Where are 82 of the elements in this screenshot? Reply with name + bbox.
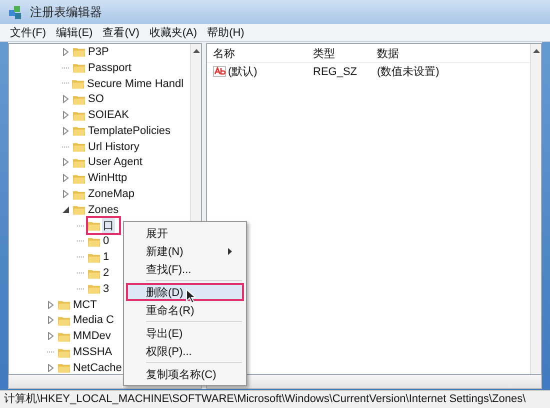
menu-item[interactable]: 新建(N) xyxy=(126,242,244,260)
expand-arrow-icon[interactable] xyxy=(62,95,70,104)
tree-item[interactable]: TemplatePolicies xyxy=(87,124,172,137)
menu-item[interactable]: 编辑(E) xyxy=(56,25,93,40)
folder-icon xyxy=(88,236,100,247)
menu-item[interactable]: 帮助(H) xyxy=(207,25,244,40)
expand-arrow-icon[interactable] xyxy=(62,174,70,182)
tree-item[interactable]: SO xyxy=(87,93,105,106)
folder-icon xyxy=(88,268,100,279)
registry-icon xyxy=(8,4,24,20)
collapse-arrow-icon[interactable] xyxy=(62,206,70,214)
folder-icon xyxy=(58,330,70,342)
menu-item[interactable]: 导出(E) xyxy=(126,324,244,342)
tree-item[interactable]: WinHttp xyxy=(87,172,128,184)
scroll-up-icon[interactable] xyxy=(192,49,200,53)
tree-item[interactable]: MMDev xyxy=(72,330,112,342)
string-value-icon xyxy=(213,66,226,77)
submenu-arrow-icon xyxy=(228,248,232,254)
expand-arrow-icon[interactable] xyxy=(62,158,70,166)
folder-icon xyxy=(58,299,70,310)
expand-arrow-icon[interactable] xyxy=(62,126,70,135)
folder-icon xyxy=(73,94,85,105)
tree-item[interactable]: 1 xyxy=(102,251,110,264)
menu-item[interactable]: 权限(P)... xyxy=(126,342,244,360)
folder-icon xyxy=(58,362,70,374)
tree-item[interactable]: 口 xyxy=(102,218,115,234)
mouse-cursor-icon xyxy=(186,289,196,304)
folder-icon xyxy=(73,156,85,168)
menu-item[interactable]: 文件(F) xyxy=(10,25,46,40)
expand-arrow-icon[interactable] xyxy=(47,316,55,324)
tree-item[interactable]: 2 xyxy=(102,267,110,280)
tree-item[interactable]: Url History xyxy=(87,140,140,153)
tree-item[interactable]: NetCache xyxy=(72,362,123,374)
tree-item[interactable]: 3 xyxy=(102,282,110,295)
folder-icon xyxy=(73,172,85,184)
tree-item[interactable]: MSSHA xyxy=(72,346,114,358)
tree-item[interactable]: ZoneMap xyxy=(87,188,136,200)
tree-item[interactable]: SOIEAK xyxy=(87,109,130,122)
folder-icon xyxy=(73,110,85,121)
table-cell-text: (数值未设置) xyxy=(376,65,440,79)
tree-item[interactable]: Passport xyxy=(87,62,132,74)
menu-item[interactable]: 复制项名称(C) xyxy=(126,365,244,383)
column-header[interactable]: 名称 xyxy=(207,46,307,60)
folder-icon xyxy=(73,62,85,74)
tree-item[interactable]: P3P xyxy=(87,46,110,58)
expand-arrow-icon[interactable] xyxy=(62,48,70,56)
status-bar: 计算机\HKEY_LOCAL_MACHINE\SOFTWARE\Microsoft\Windows\CurrentVersion\Internet Settings\Zones\ xyxy=(0,390,550,408)
table-cell-text: REG_SZ xyxy=(312,66,358,78)
tree-item[interactable]: Secure Mime Handl xyxy=(86,78,185,90)
folder-icon xyxy=(73,141,85,152)
expand-arrow-icon[interactable] xyxy=(47,300,55,309)
menu-item[interactable]: 查看(V) xyxy=(102,25,140,40)
menu-item[interactable]: 删除(D) xyxy=(126,283,244,301)
tree-item[interactable]: 0 xyxy=(102,235,110,248)
folder-icon xyxy=(58,314,70,326)
window-title: 注册表编辑器 xyxy=(30,4,102,20)
folder-icon xyxy=(88,220,100,232)
expand-arrow-icon[interactable] xyxy=(62,111,70,120)
folder-icon xyxy=(72,78,84,89)
folder-icon xyxy=(58,346,70,358)
folder-icon xyxy=(73,204,85,216)
folder-icon xyxy=(88,283,100,294)
scroll-up-icon[interactable] xyxy=(532,49,540,53)
menu-item[interactable]: 重命名(R) xyxy=(126,301,244,319)
tree-item[interactable]: MCT xyxy=(72,298,98,311)
folder-icon xyxy=(88,252,100,263)
tree-item[interactable]: Media C xyxy=(72,314,115,326)
folder-icon xyxy=(73,125,85,136)
expand-arrow-icon[interactable] xyxy=(47,364,55,372)
tree-item[interactable]: Zones xyxy=(87,204,120,216)
folder-icon xyxy=(73,46,85,58)
value-name[interactable]: (默认) xyxy=(228,64,258,79)
column-header[interactable]: 类型 xyxy=(307,46,371,60)
menu-item[interactable]: 查找(F)... xyxy=(126,260,244,278)
folder-icon xyxy=(73,188,85,200)
column-header[interactable]: 数据 xyxy=(371,46,399,60)
menu-item[interactable]: 收藏夹(A) xyxy=(149,25,198,40)
expand-arrow-icon[interactable] xyxy=(47,332,55,340)
menu-item[interactable]: 展开 xyxy=(126,224,244,242)
tree-item[interactable]: User Agent xyxy=(87,156,144,168)
expand-arrow-icon[interactable] xyxy=(62,190,70,198)
scrollbar[interactable] xyxy=(530,44,541,374)
